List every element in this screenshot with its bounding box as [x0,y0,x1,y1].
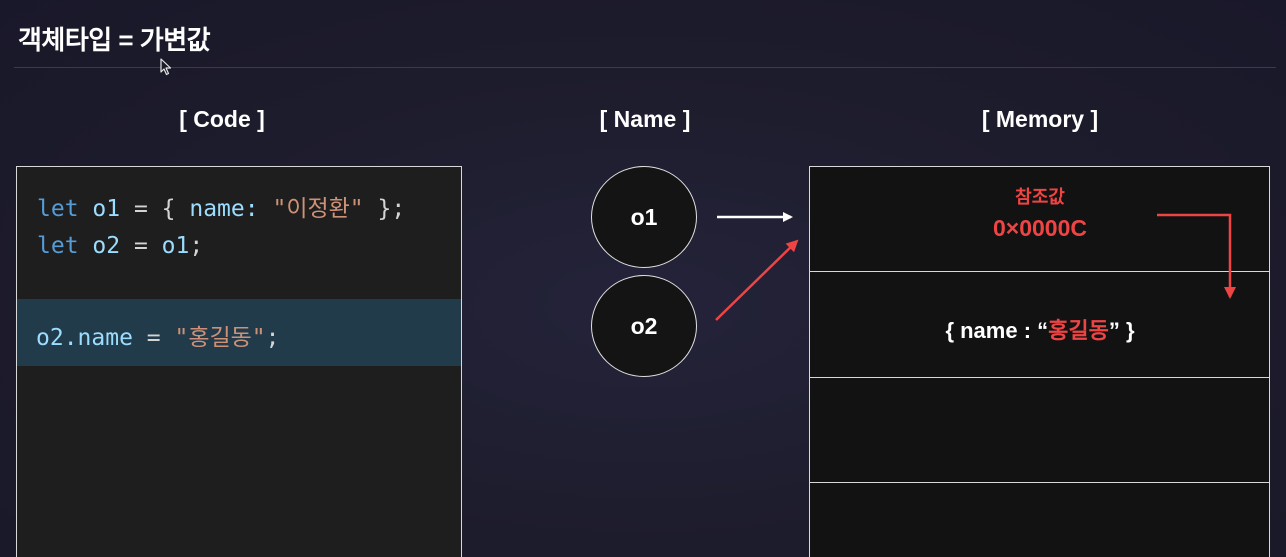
code-variable: o2 [92,233,121,259]
memory-cell-divider [810,377,1269,378]
reference-address: 0×0000C [993,215,1087,241]
code-punctuation: ; [265,325,280,351]
code-section-label: [ Code ] [179,106,265,132]
code-punctuation: ; [189,233,204,259]
code-variable: o1 [161,233,190,259]
code-line-1: let o1 = { name: "이정환" }; [37,189,405,223]
reference-label: 참조값 [1015,187,1065,207]
memory-panel: 참조값 0×0000C { name : “홍길동” } [809,166,1270,557]
code-panel: let o1 = { name: "이정환" }; let o2 = o1; o… [16,166,462,557]
o2-to-memory-arrow [715,239,799,321]
code-line-3: o2.name = "홍길동"; [36,318,280,352]
code-keyword: let [37,196,79,222]
code-punctuation: = [132,325,175,351]
code-punctuation: = [120,233,162,259]
memory-cell-divider [810,482,1269,483]
code-keyword: let [37,233,79,259]
title-divider [14,67,1276,68]
code-string: "홍길동" [174,325,266,351]
object-suffix: ” } [1108,318,1135,343]
code-property: name: [189,196,259,222]
page-title: 객체타입 = 가변값 [18,25,211,55]
diagram-stage: 객체타입 = 가변값 [ Code ] [ Name ] [ Memory ] … [0,0,1286,557]
memory-object-value: { name : “홍길동” } [890,313,1190,345]
memory-cell-divider [810,271,1269,272]
mouse-cursor-icon [160,58,172,76]
object-name-value: 홍길동 [1048,318,1109,343]
memory-section-label: [ Memory ] [981,106,1099,132]
name-node-o2: o2 [591,275,697,377]
name-node-o1: o1 [591,166,697,268]
code-line-2: let o2 = o1; [37,233,203,259]
object-prefix: { name : “ [945,318,1049,343]
code-punctuation: = { [120,196,190,222]
code-variable: o2.name [36,325,133,351]
code-variable: o1 [92,196,121,222]
name-section-label: [ Name ] [599,106,691,132]
code-string: "이정환" [272,196,364,222]
code-punctuation: }; [363,196,406,222]
